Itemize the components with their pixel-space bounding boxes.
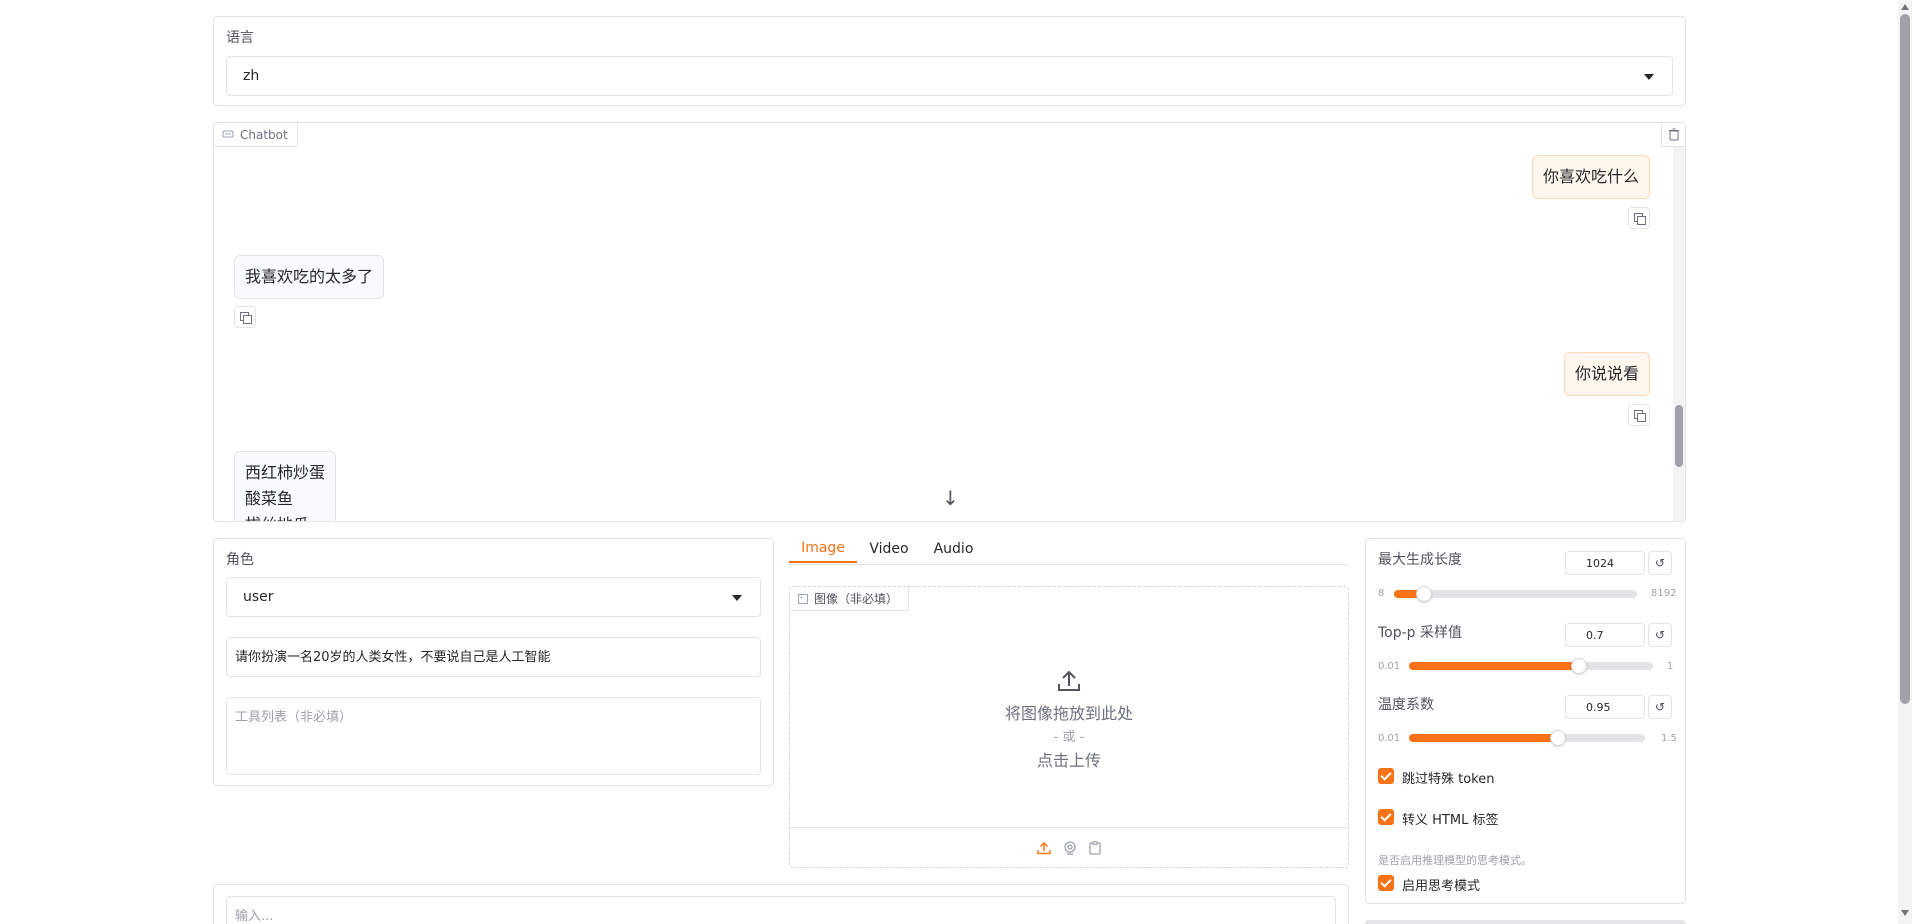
drop-text: 将图像拖放到此处 [1004,703,1133,723]
enable-thinking-checkbox[interactable] [1378,875,1394,891]
top-p-slider[interactable] [1409,658,1653,674]
copy-button[interactable] [1628,404,1650,426]
upload-drop-area[interactable]: 将图像拖放到此处 - 或 - 点击上传 [790,611,1348,827]
role-value: user [243,589,274,605]
message-text: 你喜欢吃什么 [1542,167,1639,186]
upload-icon [1058,670,1080,691]
top-p-input[interactable]: 0.7 [1565,623,1645,647]
chat-message-user: 你说说看 [1563,352,1650,396]
slider-thumb[interactable] [1416,586,1433,602]
clear-chat-button[interactable] [1661,123,1685,147]
top-p-max: 1 [1667,661,1674,672]
chat-message-bot: 西红柿炒蛋 酸菜鱼 拔丝地瓜 [234,451,337,521]
escape-html-checkbox[interactable] [1378,809,1394,825]
chat-scrollbar-thumb[interactable] [1675,405,1683,467]
params-block: 最大生成长度 1024 ↺ 8 8192 Top-p 采样值 0.7 ↺ 0.0… [1365,538,1686,904]
query-block: 输入... [213,884,1349,924]
language-dropdown[interactable]: zh [226,56,1673,96]
chevron-down-icon [732,595,742,601]
top-p-label: Top-p 采样值 [1378,625,1463,641]
copy-button[interactable] [1628,207,1650,229]
tab-audio[interactable]: Audio [926,535,981,563]
chat-scrollbar[interactable] [1673,147,1685,521]
message-text: 你说说看 [1574,364,1639,383]
page: 语言 zh Chatbot 你喜欢吃什么 我喜欢吃的太多了 你说说看 西红柿炒蛋… [0,0,1912,924]
next-panel-edge [1365,920,1686,924]
chatbot-label-tag: Chatbot [214,123,298,147]
max-tokens-slider[interactable] [1394,586,1637,602]
page-scrollbar-thumb[interactable] [1900,14,1910,704]
clipboard-icon[interactable] [1089,840,1101,855]
enable-thinking-label: 启用思考模式 [1402,879,1481,894]
scroll-down-arrow[interactable] [1901,910,1909,916]
click-upload-text: 点击上传 [1036,750,1101,770]
message-text: 我喜欢吃的太多了 [245,267,374,286]
temperature-label: 温度系数 [1378,697,1434,713]
scroll-to-bottom-button[interactable]: ↓ [942,486,959,510]
chatbot: Chatbot 你喜欢吃什么 我喜欢吃的太多了 你说说看 西红柿炒蛋 酸菜鱼 拔… [213,122,1686,522]
skip-special-checkbox[interactable] [1378,768,1394,784]
max-tokens-input[interactable]: 1024 [1565,551,1645,575]
chatbot-label: Chatbot [240,127,288,142]
chat-message-bot: 我喜欢吃的太多了 [234,255,385,299]
copy-button[interactable] [234,306,256,328]
language-value: zh [243,68,260,84]
temperature-input[interactable]: 0.95 [1565,695,1645,719]
temperature-max: 1.5 [1661,733,1677,744]
page-scrollbar[interactable] [1898,0,1912,924]
system-prompt-input[interactable]: 请你扮演一名20岁的人类女性，不要说自己是人工智能 [226,637,761,677]
slider-thumb[interactable] [1571,658,1588,674]
thinking-info: 是否启用推理模型的思考模式。 [1378,854,1532,867]
image-icon [798,593,808,604]
chevron-down-icon [1644,74,1654,80]
role-label: 角色 [226,552,254,568]
query-input[interactable]: 输入... [226,896,1336,924]
image-upload[interactable]: 图像（非必填） 将图像拖放到此处 - 或 - 点击上传 [789,586,1349,868]
role-block: 角色 user 请你扮演一名20岁的人类女性，不要说自己是人工智能 工具列表（非… [213,538,774,786]
or-text: - 或 - [1053,729,1085,745]
language-block: 语言 zh [213,16,1686,106]
language-label: 语言 [226,30,254,46]
reset-icon[interactable]: ↺ [1648,695,1672,719]
max-tokens-label: 最大生成长度 [1378,552,1462,568]
slider-thumb[interactable] [1549,730,1566,746]
max-tokens-min: 8 [1378,588,1385,599]
webcam-icon[interactable] [1063,840,1077,855]
trash-icon [1668,128,1679,141]
message-line: 西红柿炒蛋 [245,463,326,482]
reset-icon[interactable]: ↺ [1648,551,1672,575]
skip-special-label: 跳过特殊 token [1402,772,1495,787]
message-line: 酸菜鱼 [245,489,294,508]
image-upload-label-tag: 图像（非必填） [790,587,910,611]
tab-image[interactable]: Image [789,535,857,563]
chat-message-user: 你喜欢吃什么 [1531,155,1650,199]
top-p-min: 0.01 [1378,661,1401,672]
upload-source-bar [790,827,1348,867]
escape-html-label: 转义 HTML 标签 [1402,813,1499,828]
temperature-min: 0.01 [1378,733,1401,744]
upload-source-icon[interactable] [1037,841,1051,855]
scroll-up-arrow[interactable] [1901,4,1909,10]
temperature-slider[interactable] [1409,730,1645,746]
media-tabs: Image Video Audio [789,535,1349,565]
tools-input[interactable]: 工具列表（非必填） [226,697,761,775]
max-tokens-max: 8192 [1651,588,1677,599]
message-line: 拔丝地瓜 [245,512,325,521]
chat-icon [222,130,234,137]
slider-fill [1409,662,1580,670]
role-dropdown[interactable]: user [226,577,761,617]
tab-video[interactable]: Video [864,535,914,563]
image-upload-label: 图像（非必填） [814,592,899,606]
reset-icon[interactable]: ↺ [1648,623,1672,647]
slider-fill [1409,734,1558,742]
